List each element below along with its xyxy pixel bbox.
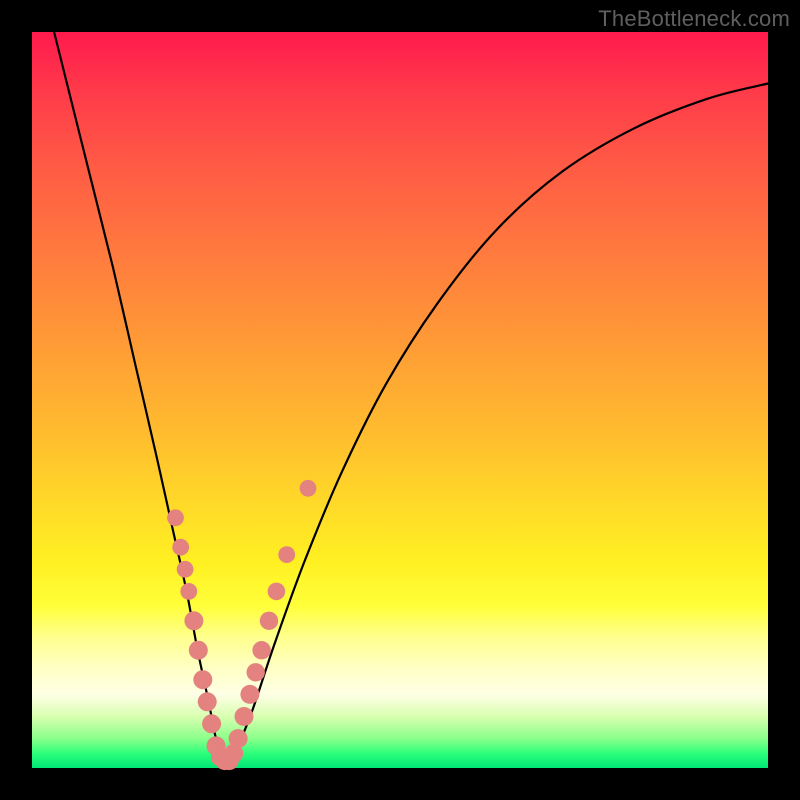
curve-marker xyxy=(268,583,286,601)
marker-layer xyxy=(167,480,316,770)
chart-frame: TheBottleneck.com xyxy=(0,0,800,800)
bottleneck-curve xyxy=(54,32,768,763)
curve-marker xyxy=(189,641,208,660)
curve-marker xyxy=(180,583,197,600)
curve-marker xyxy=(278,546,295,563)
curve-layer xyxy=(32,32,768,768)
curve-marker xyxy=(198,692,217,711)
curve-marker xyxy=(247,663,265,681)
curve-marker xyxy=(229,729,248,748)
curve-marker xyxy=(260,612,278,630)
curve-marker xyxy=(240,685,259,704)
plot-area xyxy=(32,32,768,768)
curve-marker xyxy=(235,707,254,726)
curve-marker xyxy=(300,480,317,497)
curve-marker xyxy=(167,509,184,526)
curve-marker xyxy=(202,714,221,733)
curve-marker xyxy=(177,561,194,578)
curve-marker xyxy=(252,641,270,659)
watermark-text: TheBottleneck.com xyxy=(598,6,790,32)
curve-marker xyxy=(172,539,189,556)
curve-marker xyxy=(184,611,203,630)
curve-marker xyxy=(193,670,212,689)
